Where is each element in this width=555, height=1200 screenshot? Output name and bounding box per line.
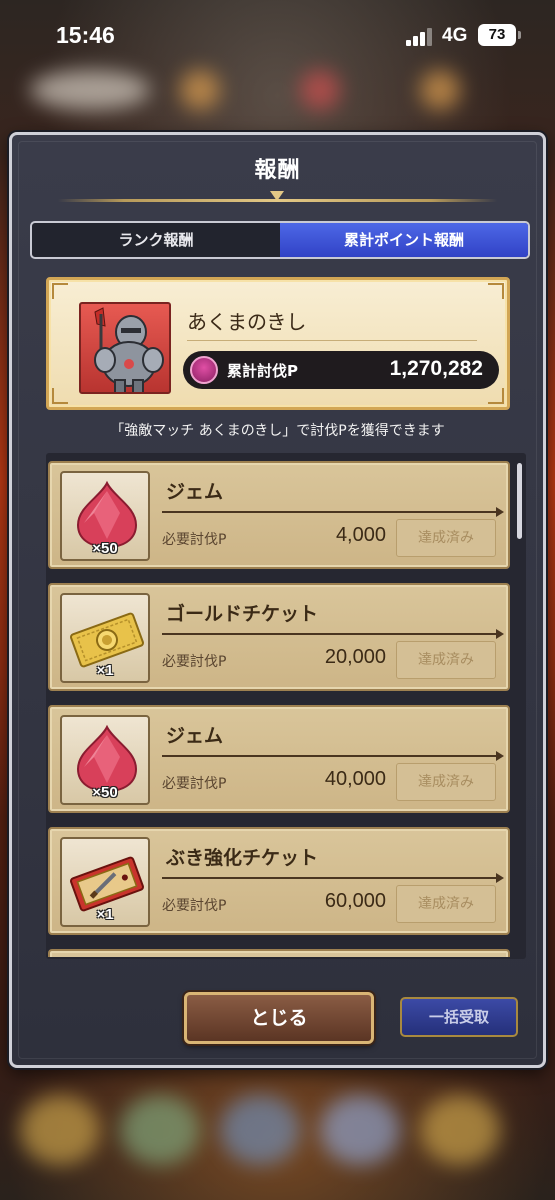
gem-icon: ×50: [60, 471, 150, 561]
boss-card: あくまのきし 累計討伐P 1,270,282: [46, 277, 510, 410]
reward-list[interactable]: ×50 ジェム 必要討伐P 4,000 達成済み ×1 ゴールドチケット 必要討…: [48, 457, 526, 957]
points-value: 1,270,282: [389, 357, 483, 380]
weapon-upgrade-ticket-icon: ×1: [60, 837, 150, 927]
gem-icon: ×50: [60, 715, 150, 805]
requirement-label: 必要討伐P: [162, 898, 227, 914]
achieved-button[interactable]: 達成済み: [396, 763, 496, 801]
bulk-receive-button[interactable]: 一括受取: [400, 997, 518, 1037]
card-corner-ornament: [52, 388, 68, 404]
requirement-label: 必要討伐P: [162, 776, 227, 792]
cellular-signal-icon: [406, 28, 434, 46]
item-name: ジェム: [166, 481, 224, 503]
demon-emblem-icon: [190, 356, 218, 384]
achieved-button[interactable]: 達成済み: [396, 885, 496, 923]
item-divider: [162, 507, 504, 517]
item-quantity: ×50: [92, 540, 118, 557]
achieved-button[interactable]: 達成済み: [396, 519, 496, 557]
title-ornament-icon: [270, 191, 284, 201]
item-divider: [162, 873, 504, 883]
boss-name: あくまのきし: [187, 310, 307, 334]
tab-cumulative-point-reward[interactable]: 累計ポイント報酬: [280, 223, 528, 257]
points-label: 累計討伐P: [227, 362, 298, 380]
close-button[interactable]: とじる: [184, 992, 374, 1044]
item-name: ゴールドチケット: [166, 603, 319, 625]
reward-item: ×1 ぶき強化チケット 必要討伐P 60,000 達成済み: [48, 827, 510, 935]
boss-divider: [187, 340, 477, 341]
status-time: 15:46: [56, 22, 115, 48]
card-corner-ornament: [488, 283, 504, 299]
requirement-label: 必要討伐P: [162, 654, 227, 670]
reward-item: ×1 ゴールドチケット 必要討伐P 20,000 達成済み: [48, 583, 510, 691]
card-corner-ornament: [52, 283, 68, 299]
cumulative-points-pill: 累計討伐P 1,270,282: [183, 351, 499, 389]
requirement-value: 4,000: [335, 524, 386, 546]
requirement-value: 40,000: [324, 768, 386, 790]
card-corner-ornament: [488, 388, 504, 404]
item-divider: [162, 629, 504, 639]
reward-item: ×50 ジェム 必要討伐P 4,000 達成済み: [48, 461, 510, 569]
tab-rank-reward[interactable]: ランク報酬: [32, 223, 280, 257]
item-quantity: ×1: [96, 662, 114, 679]
item-divider: [162, 751, 504, 761]
reward-item: [48, 949, 510, 957]
dialog-title: 報酬: [254, 158, 301, 183]
requirement-value: 20,000: [324, 646, 386, 668]
status-bar: 15:46 4G 73: [0, 0, 555, 72]
list-scrollbar[interactable]: [517, 463, 522, 539]
requirement-value: 60,000: [324, 890, 386, 912]
gold-ticket-icon: ×1: [60, 593, 150, 683]
network-type: 4G: [442, 25, 468, 46]
item-quantity: ×1: [96, 906, 114, 923]
points-notice: 「強敵マッチ あくまのきし」で討伐Pを獲得できます: [110, 423, 445, 439]
item-name: ジェム: [166, 725, 224, 747]
battery-icon: 73: [478, 24, 516, 46]
achieved-button[interactable]: 達成済み: [396, 641, 496, 679]
battery-tip: [518, 31, 521, 39]
reward-item: ×50 ジェム 必要討伐P 40,000 達成済み: [48, 705, 510, 813]
demon-knight-avatar-icon: [79, 302, 171, 394]
reward-tabs: ランク報酬 累計ポイント報酬: [30, 221, 530, 259]
reward-dialog: 報酬 ランク報酬 累計ポイント報酬 あくまのきし 累計討伐P 1,270,282…: [9, 132, 546, 1068]
requirement-label: 必要討伐P: [162, 532, 227, 548]
item-quantity: ×50: [92, 784, 118, 801]
item-name: ぶき強化チケット: [166, 847, 319, 869]
